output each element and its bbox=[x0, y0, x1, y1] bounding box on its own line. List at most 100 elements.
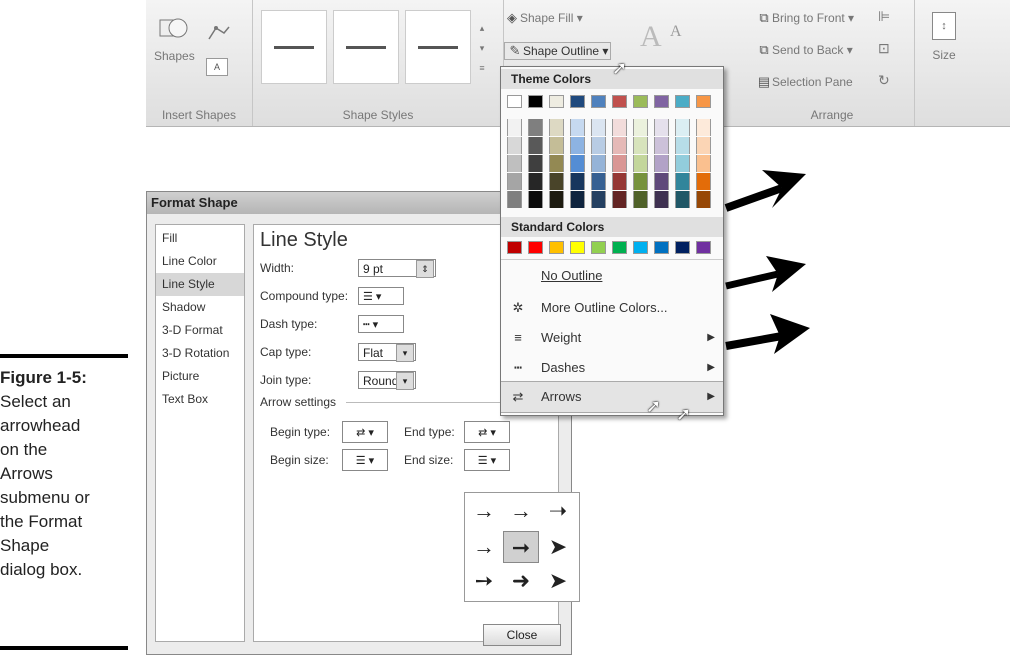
theme-shade-swatch[interactable] bbox=[654, 173, 669, 190]
style-gallery-item[interactable] bbox=[405, 10, 471, 84]
theme-shade-swatch[interactable] bbox=[507, 155, 522, 172]
nav-fill[interactable]: Fill bbox=[156, 227, 244, 250]
theme-shade-swatch[interactable] bbox=[507, 191, 522, 208]
join-type-select[interactable]: Round ▾ bbox=[358, 371, 416, 390]
begin-size-select[interactable]: ☰ ▾ bbox=[342, 449, 388, 471]
arrow-size-option[interactable]: → bbox=[466, 531, 502, 563]
arrow-size-option[interactable]: ➙ bbox=[466, 565, 502, 597]
theme-color-swatch[interactable] bbox=[633, 95, 648, 108]
nav-line-color[interactable]: Line Color bbox=[156, 250, 244, 273]
theme-shade-swatch[interactable] bbox=[507, 173, 522, 190]
standard-color-swatch[interactable] bbox=[696, 241, 711, 254]
end-size-select[interactable]: ☰ ▾ bbox=[464, 449, 510, 471]
theme-shade-swatch[interactable] bbox=[654, 119, 669, 136]
theme-shade-swatch[interactable] bbox=[549, 155, 564, 172]
theme-shade-swatch[interactable] bbox=[675, 119, 690, 136]
cap-type-select[interactable]: Flat ▾ bbox=[358, 343, 416, 362]
arrow-shape-3[interactable] bbox=[722, 308, 814, 358]
theme-shade-swatch[interactable] bbox=[549, 137, 564, 154]
theme-shade-swatch[interactable] bbox=[696, 155, 711, 172]
theme-shade-swatch[interactable] bbox=[696, 137, 711, 154]
theme-color-swatch[interactable] bbox=[507, 95, 522, 108]
theme-shade-swatch[interactable] bbox=[696, 191, 711, 208]
group-icon[interactable]: ⊡ bbox=[878, 40, 890, 57]
standard-color-swatch[interactable] bbox=[570, 241, 585, 254]
arrow-shape-1[interactable] bbox=[722, 156, 812, 218]
nav-picture[interactable]: Picture bbox=[156, 365, 244, 388]
theme-shade-swatch[interactable] bbox=[675, 173, 690, 190]
dashes-item[interactable]: ┅ Dashes ▶ bbox=[501, 353, 723, 383]
theme-shade-swatch[interactable] bbox=[570, 173, 585, 190]
begin-type-select[interactable]: ⇄ ▾ bbox=[342, 421, 388, 443]
weight-item[interactable]: ≡ Weight ▶ bbox=[501, 323, 723, 353]
theme-shade-swatch[interactable] bbox=[528, 137, 543, 154]
theme-shade-swatch[interactable] bbox=[591, 119, 606, 136]
theme-color-swatch[interactable] bbox=[612, 95, 627, 108]
theme-shade-swatch[interactable] bbox=[528, 155, 543, 172]
theme-shade-swatch[interactable] bbox=[633, 119, 648, 136]
theme-color-swatch[interactable] bbox=[591, 95, 606, 108]
text-box-icon[interactable]: A bbox=[206, 58, 228, 76]
bring-to-front-button[interactable]: ⧉ Bring to Front ▾ bbox=[756, 10, 854, 26]
theme-shade-swatch[interactable] bbox=[612, 155, 627, 172]
send-to-back-button[interactable]: ⧉ Send to Back ▾ bbox=[756, 42, 852, 58]
theme-shade-swatch[interactable] bbox=[549, 119, 564, 136]
wordart-styles-icon[interactable]: AA bbox=[636, 14, 696, 54]
standard-color-swatch[interactable] bbox=[528, 241, 543, 254]
theme-shade-swatch[interactable] bbox=[591, 137, 606, 154]
arrow-size-option[interactable]: ➤ bbox=[540, 531, 576, 563]
standard-color-swatch[interactable] bbox=[612, 241, 627, 254]
theme-shade-swatch[interactable] bbox=[570, 191, 585, 208]
theme-shade-swatch[interactable] bbox=[591, 155, 606, 172]
theme-shade-swatch[interactable] bbox=[675, 155, 690, 172]
theme-color-swatch[interactable] bbox=[549, 95, 564, 108]
theme-shade-swatch[interactable] bbox=[696, 173, 711, 190]
nav-3d-rotation[interactable]: 3-D Rotation bbox=[156, 342, 244, 365]
theme-shade-swatch[interactable] bbox=[612, 173, 627, 190]
theme-shade-swatch[interactable] bbox=[528, 191, 543, 208]
theme-shade-swatch[interactable] bbox=[696, 119, 711, 136]
shapes-button[interactable]: Shapes bbox=[154, 14, 195, 63]
theme-color-swatch[interactable] bbox=[654, 95, 669, 108]
theme-shade-swatch[interactable] bbox=[591, 191, 606, 208]
more-outline-colors-item[interactable]: ✲ More Outline Colors... bbox=[501, 293, 723, 323]
standard-color-swatch[interactable] bbox=[507, 241, 522, 254]
dash-type-select[interactable]: ┅ ▾ bbox=[358, 315, 404, 333]
shape-outline-button[interactable]: ✎ Shape Outline ▾ bbox=[504, 42, 612, 60]
theme-shade-swatch[interactable] bbox=[570, 137, 585, 154]
theme-shade-swatch[interactable] bbox=[633, 155, 648, 172]
rotate-icon[interactable]: ↻ bbox=[878, 72, 890, 89]
standard-color-swatch[interactable] bbox=[591, 241, 606, 254]
theme-shade-swatch[interactable] bbox=[528, 119, 543, 136]
theme-color-swatch[interactable] bbox=[696, 95, 711, 108]
nav-line-style[interactable]: Line Style bbox=[156, 273, 244, 296]
selection-pane-button[interactable]: ▤ Selection Pane bbox=[756, 74, 853, 90]
theme-shade-swatch[interactable] bbox=[570, 155, 585, 172]
theme-shade-swatch[interactable] bbox=[549, 191, 564, 208]
size-button[interactable]: ↕ Size bbox=[924, 12, 964, 62]
theme-shade-swatch[interactable] bbox=[591, 173, 606, 190]
theme-shade-swatch[interactable] bbox=[633, 191, 648, 208]
edit-shape-icon[interactable] bbox=[206, 24, 232, 44]
theme-shade-swatch[interactable] bbox=[675, 137, 690, 154]
style-gallery-item[interactable] bbox=[333, 10, 399, 84]
arrow-size-option[interactable]: → bbox=[503, 495, 539, 527]
theme-shade-swatch[interactable] bbox=[528, 173, 543, 190]
standard-color-swatch[interactable] bbox=[549, 241, 564, 254]
standard-color-swatch[interactable] bbox=[675, 241, 690, 254]
theme-shade-swatch[interactable] bbox=[633, 173, 648, 190]
chevron-down-icon[interactable]: ▾ bbox=[396, 372, 414, 390]
arrow-shape-2[interactable] bbox=[722, 250, 810, 300]
nav-shadow[interactable]: Shadow bbox=[156, 296, 244, 319]
theme-color-swatch[interactable] bbox=[570, 95, 585, 108]
standard-color-swatch[interactable] bbox=[654, 241, 669, 254]
theme-shade-swatch[interactable] bbox=[675, 191, 690, 208]
theme-color-swatch[interactable] bbox=[675, 95, 690, 108]
standard-color-swatch[interactable] bbox=[633, 241, 648, 254]
arrow-size-option-selected[interactable]: ➞ bbox=[503, 531, 539, 563]
gallery-scroll[interactable]: ▴ ▾ ≡ bbox=[475, 18, 489, 80]
theme-shade-swatch[interactable] bbox=[654, 137, 669, 154]
theme-shade-swatch[interactable] bbox=[612, 137, 627, 154]
width-input[interactable]: 9 pt ⇕ bbox=[358, 259, 436, 278]
theme-shade-swatch[interactable] bbox=[633, 137, 648, 154]
